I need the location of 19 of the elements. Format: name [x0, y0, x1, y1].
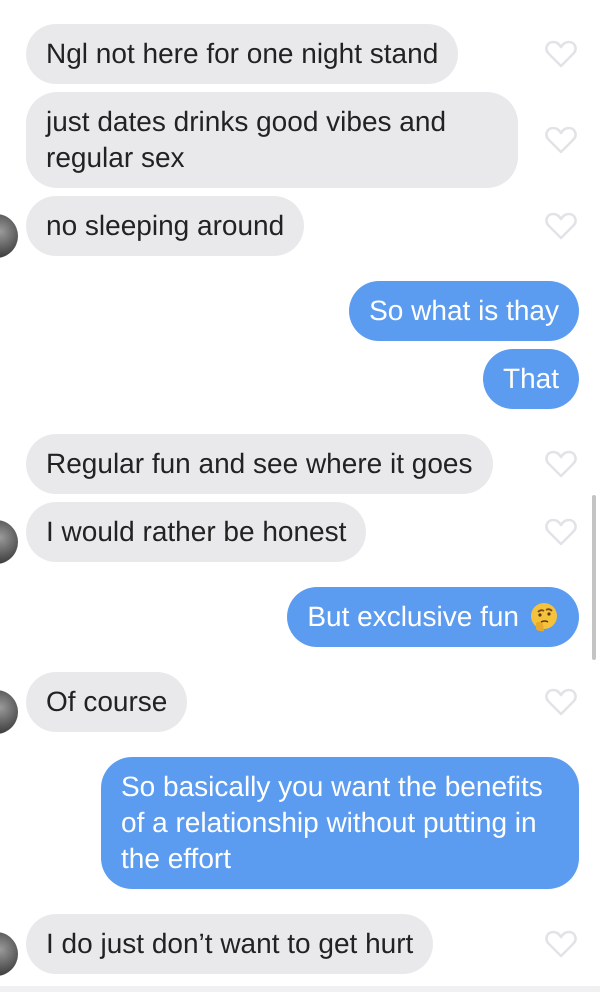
message-text: just dates drinks good vibes and regular sex: [46, 105, 448, 175]
heart-icon[interactable]: [544, 517, 578, 547]
message-text: no sleeping around: [46, 209, 284, 243]
message-text: So basically you want the benefits of a relationship without putting in the effort: [121, 770, 544, 876]
heart-icon[interactable]: [544, 125, 578, 155]
heart-icon[interactable]: [544, 211, 578, 241]
message-text: Of course: [46, 685, 168, 719]
heart-icon[interactable]: [544, 687, 578, 717]
heart-icon[interactable]: [544, 39, 578, 69]
heart-icon[interactable]: [544, 449, 578, 479]
message-text: Ngl not here for one night stand: [46, 37, 438, 71]
scrollbar[interactable]: [592, 495, 596, 660]
message-text: I would rather be honest: [46, 515, 346, 549]
message-text: But exclusive fun: [307, 600, 519, 634]
message-text: That: [502, 362, 559, 396]
message-text: I do just don’t want to get hurt: [46, 927, 414, 961]
message-text: So what is thay: [369, 294, 559, 328]
message-text: Regular fun and see where it goes: [46, 447, 472, 481]
heart-icon[interactable]: [544, 929, 578, 959]
